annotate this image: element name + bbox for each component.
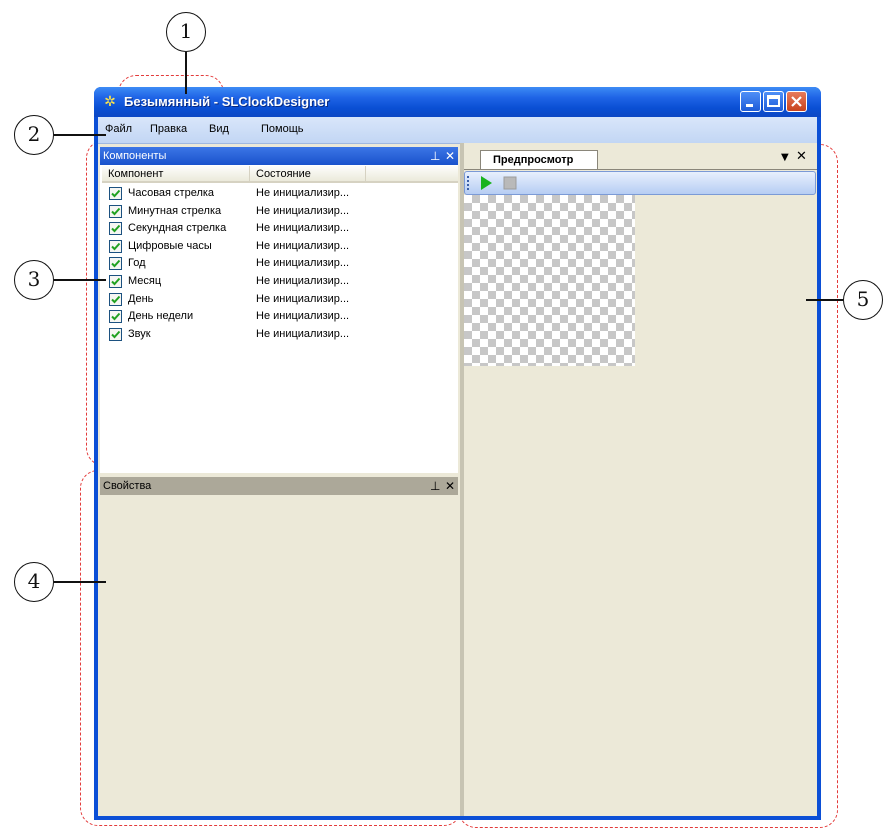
column-header-component[interactable]: Компонент — [102, 166, 249, 183]
menu-help[interactable]: Помощь — [261, 123, 304, 135]
callout-3-leader — [54, 279, 106, 281]
row-component-name: День — [128, 292, 154, 305]
properties-pane: Свойства ⊥ ✕ — [100, 477, 458, 816]
column-header-filler — [365, 166, 458, 183]
row-component-name: Цифровые часы — [128, 239, 212, 252]
row-state: Не инициализир... — [256, 257, 350, 270]
row-state: Не инициализир... — [256, 187, 350, 199]
list-item[interactable]: День Не инициализир... — [100, 291, 370, 308]
row-component-name: Звук — [128, 327, 151, 340]
callout-3: 3 — [14, 260, 54, 300]
menu-bar: Файл Правка Вид Помощь — [98, 117, 817, 144]
properties-pane-header: Свойства ⊥ ✕ — [100, 477, 458, 495]
toolbar-grip-icon — [467, 176, 471, 190]
row-state: Не инициализир... — [256, 222, 350, 235]
menu-view[interactable]: Вид — [209, 123, 229, 135]
preview-toolbar — [464, 171, 816, 195]
chevron-down-icon[interactable]: ▼ — [781, 152, 789, 163]
list-item[interactable]: Цифровые часы Не инициализир... — [100, 238, 370, 255]
list-item[interactable]: Минутная стрелка Не инициализир... — [100, 203, 370, 220]
row-checkbox[interactable] — [109, 239, 122, 253]
list-item[interactable]: День недели Не инициализир... — [100, 308, 370, 325]
callout-1-leader — [185, 52, 187, 94]
callout-5-leader — [806, 299, 843, 301]
row-checkbox[interactable] — [109, 275, 122, 288]
play-icon[interactable] — [479, 175, 493, 191]
menu-edit[interactable]: Правка — [150, 123, 187, 135]
maximize-button[interactable] — [763, 91, 784, 112]
title-bar[interactable]: ✲ Безымянный - SLClockDesigner — [94, 87, 821, 117]
pin-icon[interactable]: ⊥ — [430, 147, 440, 165]
window-title: Безымянный - SLClockDesigner — [124, 94, 330, 109]
row-component-name: Секундная стрелка — [128, 222, 227, 235]
pin-icon[interactable]: ⊥ — [430, 477, 440, 495]
row-checkbox[interactable] — [109, 257, 122, 271]
components-pane-title: Компоненты — [103, 150, 167, 162]
row-checkbox[interactable] — [109, 310, 122, 324]
row-component-name: Минутная стрелка — [128, 204, 222, 217]
row-state: Не инициализир... — [256, 310, 350, 323]
column-header-state[interactable]: Состояние — [249, 166, 365, 183]
row-component-name: Часовая стрелка — [128, 187, 215, 199]
row-checkbox[interactable] — [109, 292, 122, 306]
close-icon[interactable]: ✕ — [445, 477, 455, 495]
row-component-name: День недели — [128, 310, 194, 323]
client-area: Файл Правка Вид Помощь Компоненты ⊥ ✕ Ко… — [98, 117, 817, 816]
close-icon[interactable]: ✕ — [796, 149, 807, 164]
minimize-button[interactable] — [740, 91, 761, 112]
list-item[interactable]: Месяц Не инициализир... — [100, 273, 370, 290]
properties-pane-title: Свойства — [103, 480, 152, 492]
app-icon: ✲ — [104, 94, 116, 110]
row-checkbox[interactable] — [109, 222, 122, 236]
components-pane-header: Компоненты ⊥ ✕ — [100, 147, 458, 165]
row-component-name: Месяц — [128, 275, 162, 287]
list-item[interactable]: Звук Не инициализир... — [100, 326, 370, 343]
row-state: Не инициализир... — [256, 239, 350, 252]
list-item[interactable]: Часовая стрелка Не инициализир... — [100, 185, 370, 202]
row-state: Не инициализир... — [256, 327, 350, 340]
list-item[interactable]: Год Не инициализир... — [100, 255, 370, 272]
row-checkbox[interactable] — [109, 204, 122, 218]
menu-file[interactable]: Файл — [105, 123, 132, 135]
callout-4: 4 — [14, 562, 54, 602]
row-state: Не инициализир... — [256, 275, 350, 287]
row-checkbox[interactable] — [109, 187, 122, 200]
row-state: Не инициализир... — [256, 204, 350, 217]
callout-2: 2 — [14, 115, 54, 155]
row-component-name: Год — [128, 257, 146, 270]
close-icon[interactable]: ✕ — [445, 147, 455, 165]
row-state: Не инициализир... — [256, 292, 350, 305]
tab-underline — [464, 169, 817, 170]
callout-1: 1 — [166, 12, 206, 52]
components-pane: Компоненты ⊥ ✕ Компонент Состояние Часов… — [100, 147, 458, 473]
app-window: ✲ Безымянный - SLClockDesigner Файл Прав… — [94, 87, 821, 820]
callout-4-leader — [54, 581, 106, 583]
preview-panel: Предпросмотр ▼ ✕ — [464, 143, 817, 816]
list-item[interactable]: Секундная стрелка Не инициализир... — [100, 220, 370, 237]
tab-preview[interactable]: Предпросмотр — [480, 150, 598, 170]
callout-5: 5 — [843, 280, 883, 320]
preview-canvas[interactable] — [464, 195, 635, 366]
stop-icon[interactable] — [503, 176, 517, 190]
callout-2-leader — [54, 134, 106, 136]
close-button[interactable] — [786, 91, 807, 112]
row-checkbox[interactable] — [109, 327, 122, 341]
